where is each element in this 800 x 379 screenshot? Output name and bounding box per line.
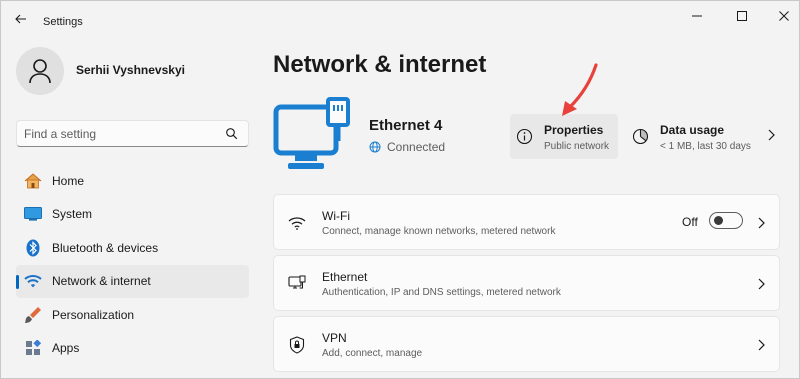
wifi-icon <box>288 214 306 232</box>
app-title: Settings <box>43 16 83 28</box>
bluetooth-icon <box>24 239 42 257</box>
sidebar-item-label: Personalization <box>52 307 135 322</box>
vpn-settings-row[interactable]: VPN Add, connect, manage <box>273 316 780 372</box>
annotation-arrow-icon <box>562 63 598 116</box>
ethernet-icon <box>288 275 306 293</box>
sidebar-item-label: Apps <box>52 341 80 355</box>
back-arrow-icon <box>15 14 26 24</box>
ethernet-monitor-icon <box>273 97 350 169</box>
home-icon <box>24 172 42 190</box>
system-icon <box>24 205 42 223</box>
personalization-icon <box>24 306 42 324</box>
vpn-row-title: VPN <box>322 331 347 345</box>
minimize-button[interactable] <box>685 7 709 25</box>
data-usage-button[interactable]: Data usage < 1 MB, last 30 days <box>626 114 766 159</box>
sidebar-item-personalization[interactable]: Personalization <box>16 298 249 331</box>
minimize-icon <box>692 15 702 17</box>
apps-icon <box>24 339 42 357</box>
pie-chart-icon <box>632 128 649 145</box>
vpn-shield-icon <box>288 336 306 354</box>
search-box[interactable] <box>16 120 249 147</box>
wifi-icon <box>24 272 42 290</box>
close-button[interactable] <box>772 7 796 25</box>
sidebar-item-apps[interactable]: Apps <box>16 332 249 365</box>
data-usage-subtitle: < 1 MB, last 30 days <box>660 141 751 152</box>
wifi-toggle-state: Off <box>682 215 698 229</box>
chevron-right-icon <box>758 339 765 351</box>
sidebar-item-label: Network & internet <box>52 274 151 288</box>
sidebar-item-label: System <box>52 207 93 221</box>
connection-status: Connected <box>369 140 445 154</box>
search-input[interactable] <box>24 126 224 142</box>
globe-icon <box>369 141 381 153</box>
data-usage-title: Data usage <box>660 123 725 137</box>
properties-subtitle: Public network <box>544 141 610 152</box>
connection-status-text: Connected <box>387 140 446 154</box>
settings-window: Settings Serhii Vyshnevskyi Home <box>0 0 800 379</box>
search-icon[interactable] <box>225 127 239 141</box>
sidebar-item-system[interactable]: System <box>16 198 249 231</box>
user-icon <box>29 59 51 84</box>
profile-name: Serhii Vyshnevskyi <box>76 63 185 77</box>
chevron-right-icon <box>758 278 765 290</box>
maximize-button[interactable] <box>730 7 754 25</box>
ethernet-row-subtitle: Authentication, IP and DNS settings, met… <box>322 287 561 298</box>
wifi-row-title: Wi-Fi <box>322 209 350 223</box>
toggle-knob <box>714 216 723 225</box>
sidebar-item-home[interactable]: Home <box>16 164 249 197</box>
vpn-row-subtitle: Add, connect, manage <box>322 348 423 359</box>
ethernet-settings-row[interactable]: Ethernet Authentication, IP and DNS sett… <box>273 255 780 311</box>
ethernet-row-title: Ethernet <box>322 270 368 284</box>
avatar[interactable] <box>16 47 64 95</box>
sidebar-item-network[interactable]: Network & internet <box>16 264 249 298</box>
sidebar-item-bluetooth[interactable]: Bluetooth & devices <box>16 231 249 264</box>
sidebar-item-label: Bluetooth & devices <box>52 240 159 255</box>
close-icon <box>779 11 789 21</box>
wifi-row-subtitle: Connect, manage known networks, metered … <box>322 226 556 237</box>
wifi-toggle[interactable] <box>709 212 743 229</box>
maximize-icon <box>737 11 747 21</box>
info-icon <box>516 128 533 145</box>
properties-title: Properties <box>544 123 604 137</box>
ethernet-adapter-name: Ethernet 4 <box>369 117 443 134</box>
wifi-settings-row[interactable]: Wi-Fi Connect, manage known networks, me… <box>273 194 780 250</box>
sidebar-item-label: Home <box>52 173 85 188</box>
chevron-right-icon[interactable] <box>767 129 775 141</box>
chevron-right-icon <box>758 217 765 229</box>
title-bar: Settings <box>1 1 800 37</box>
back-button[interactable] <box>11 9 31 29</box>
page-title: Network & internet <box>273 51 487 78</box>
sidebar-nav: Home System Bluetooth & devices Network … <box>16 164 249 365</box>
properties-button[interactable]: Properties Public network <box>510 114 618 159</box>
